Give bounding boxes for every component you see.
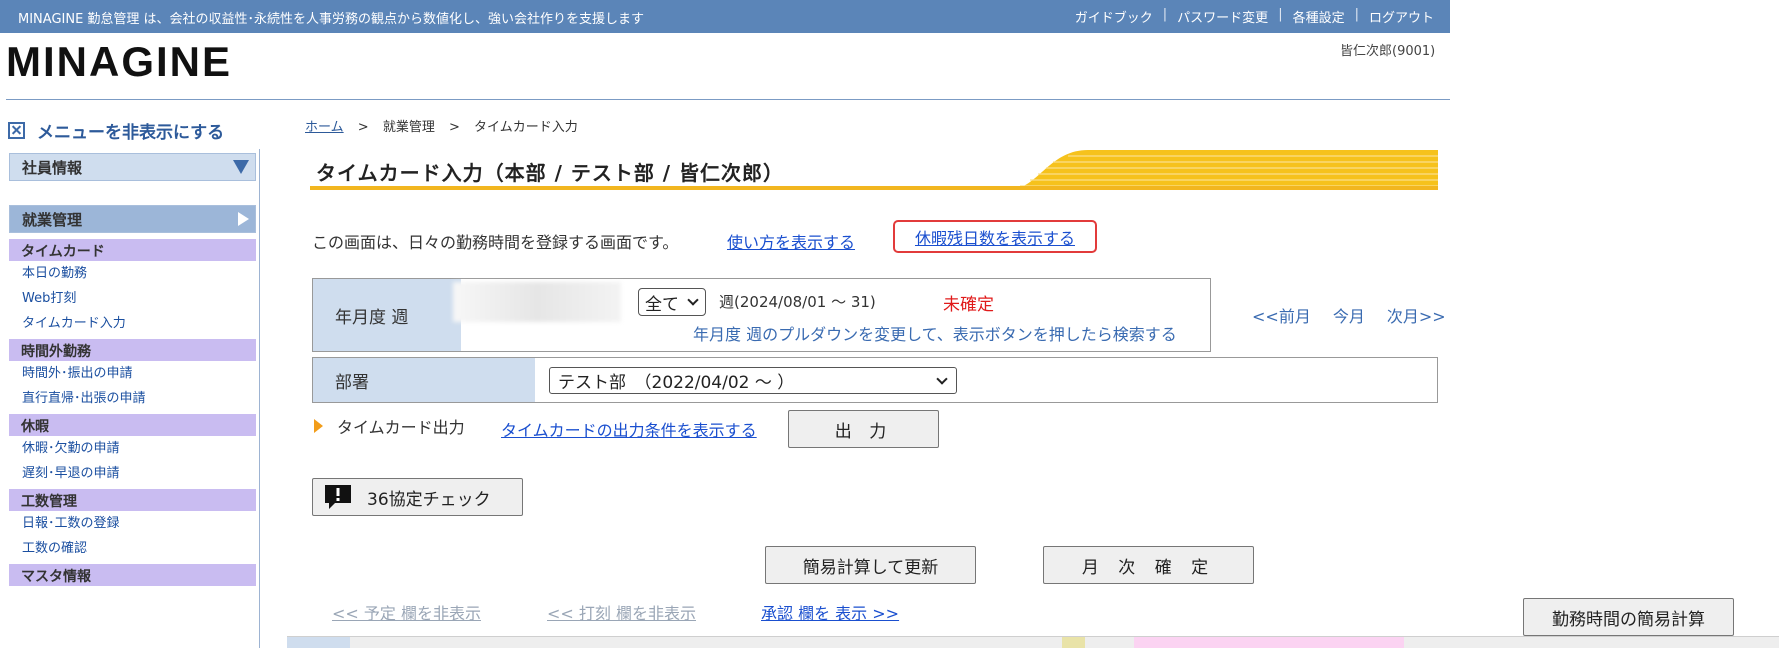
sidebar-item-late-early-request[interactable]: 遅刻･早退の申請: [6, 461, 259, 486]
month-navigation: <<前月 今月 次月>>: [1252, 303, 1446, 327]
triangle-right-icon: [314, 419, 323, 433]
sidebar-section-work-management[interactable]: 就業管理: [9, 205, 256, 233]
current-month-link[interactable]: 今月: [1333, 303, 1365, 327]
output-button[interactable]: 出 力: [788, 410, 939, 448]
table-header-cell: [1062, 637, 1085, 648]
sidebar-section-employee-info[interactable]: 社員情報: [9, 153, 256, 181]
sidebar-category-overtime: 時間外勤務: [9, 339, 256, 361]
breadcrumb-separator: >: [448, 120, 460, 135]
top-bar: MINAGINE 勤怠管理 は、会社の収益性･永続性を人事労務の観点から数値化し…: [0, 0, 1450, 33]
timecard-output-row: タイムカード出力: [314, 414, 465, 438]
header-divider: [6, 99, 1450, 100]
intro-text: この画面は、日々の勤務時間を登録する画面です。: [312, 233, 679, 252]
status-unconfirmed: 未確定: [943, 295, 994, 315]
chevron-down-icon: [936, 372, 948, 385]
search-hint: 年月度 週のプルダウンを変更して、表示ボタンを押したら検索する: [693, 325, 1177, 344]
department-select[interactable]: テスト部 （2022/04/02 ～ ）: [549, 367, 957, 394]
department-panel: 部署 テスト部 （2022/04/02 ～ ）: [312, 357, 1438, 403]
table-header-cell: [287, 637, 350, 648]
week-range: 週(2024/08/01 ～ 31): [719, 293, 876, 311]
output-conditions-link[interactable]: タイムカードの出力条件を表示する: [501, 417, 757, 441]
table-header-cell: [1134, 637, 1404, 648]
sidebar-category-leave: 休暇: [9, 414, 256, 436]
sidebar: 社員情報 就業管理 タイムカード 本日の勤務 Web打刻 タイムカード入力 時間…: [6, 149, 260, 648]
department-label: 部署: [313, 358, 535, 402]
sidebar-category-timecard: タイムカード: [9, 239, 256, 261]
sidebar-section-label: 社員情報: [22, 158, 83, 177]
triangle-right-icon: [238, 212, 249, 226]
page-title-bar: タイムカード入力（本部 / テスト部 / 皆仁次郎）: [310, 150, 1438, 190]
logo: MINAGINE: [6, 38, 232, 85]
breadcrumb: ホーム > 就業管理 > タイムカード入力: [305, 116, 578, 135]
sidebar-item-leave-request[interactable]: 休暇･欠勤の申請: [6, 436, 259, 461]
show-approval-column-link[interactable]: 承認 欄を 表示 >>: [761, 600, 899, 624]
triangle-down-icon: [233, 160, 249, 174]
title-underline: [310, 186, 1438, 190]
logout-link[interactable]: ログアウト: [1359, 7, 1444, 26]
sidebar-section-label: 就業管理: [22, 210, 83, 229]
timecard-output-label: タイムカード出力: [337, 418, 465, 437]
week-filter-select[interactable]: 全て: [638, 288, 706, 316]
close-box-icon: [8, 122, 25, 139]
fiscal-week-label: 年月度 週: [313, 279, 461, 351]
sidebar-item-overtime-request[interactable]: 時間外･振出の申請: [6, 361, 259, 386]
how-to-link[interactable]: 使い方を表示する: [727, 229, 855, 253]
breadcrumb-work-management: 就業管理: [382, 120, 435, 135]
monthly-confirm-button[interactable]: 月 次 確 定: [1043, 546, 1254, 584]
simple-calc-button[interactable]: 勤務時間の簡易計算: [1523, 598, 1734, 636]
sidebar-item-timecard-input[interactable]: タイムカード入力: [6, 311, 259, 336]
agreement36-check-button[interactable]: 36協定チェック: [312, 478, 523, 516]
top-links: ガイドブック | パスワード変更 | 各種設定 | ログアウト: [1065, 7, 1444, 26]
chevron-down-icon: [687, 294, 699, 306]
sidebar-category-master: マスタ情報: [9, 564, 256, 586]
calc-update-button[interactable]: 簡易計算して更新: [765, 546, 976, 584]
timecard-table-header: [287, 636, 1779, 648]
page-title: タイムカード入力（本部 / テスト部 / 皆仁次郎）: [316, 161, 785, 185]
password-change-link[interactable]: パスワード変更: [1167, 7, 1278, 26]
sidebar-item-daily-report[interactable]: 日報･工数の登録: [6, 511, 259, 536]
guidebook-link[interactable]: ガイドブック: [1065, 7, 1163, 26]
leave-balance-link[interactable]: 休暇残日数を表示する: [893, 220, 1097, 253]
breadcrumb-home[interactable]: ホーム: [305, 120, 344, 135]
tagline: MINAGINE 勤怠管理 は、会社の収益性･永続性を人事労務の観点から数値化し…: [18, 12, 645, 27]
sidebar-category-manhours: 工数管理: [9, 489, 256, 511]
next-month-link[interactable]: 次月>>: [1387, 303, 1446, 327]
sidebar-item-manhours-check[interactable]: 工数の確認: [6, 536, 259, 561]
department-value: テスト部 （2022/04/02 ～ ）: [558, 373, 795, 393]
breadcrumb-separator: >: [357, 120, 369, 135]
hide-menu-toggle[interactable]: メニューを非表示にする: [8, 118, 224, 143]
week-filter-value: 全て: [645, 294, 679, 315]
hide-menu-label: メニューを非表示にする: [37, 123, 225, 143]
fiscal-month-select-blurred[interactable]: [453, 282, 621, 322]
breadcrumb-current: タイムカード入力: [474, 120, 578, 135]
title-decoration: [1008, 150, 1438, 190]
sidebar-item-web-clock[interactable]: Web打刻: [6, 286, 259, 311]
sidebar-item-today-work[interactable]: 本日の勤務: [6, 261, 259, 286]
hide-plan-column-link[interactable]: << 予定 欄を非表示: [332, 600, 481, 624]
user-name: 皆仁次郎(9001): [1340, 44, 1436, 59]
agreement36-check-label: 36協定チェック: [367, 489, 491, 510]
prev-month-link[interactable]: <<前月: [1252, 303, 1311, 327]
alert-message-icon: [325, 485, 351, 509]
sidebar-item-direct-trip-request[interactable]: 直行直帰･出張の申請: [6, 386, 259, 411]
hide-stamp-column-link[interactable]: << 打刻 欄を非表示: [547, 600, 696, 624]
search-panel: 年月度 週 全て 週(2024/08/01 ～ 31) 未確定 年月度 週のプル…: [312, 278, 1211, 352]
settings-link[interactable]: 各種設定: [1283, 7, 1355, 26]
